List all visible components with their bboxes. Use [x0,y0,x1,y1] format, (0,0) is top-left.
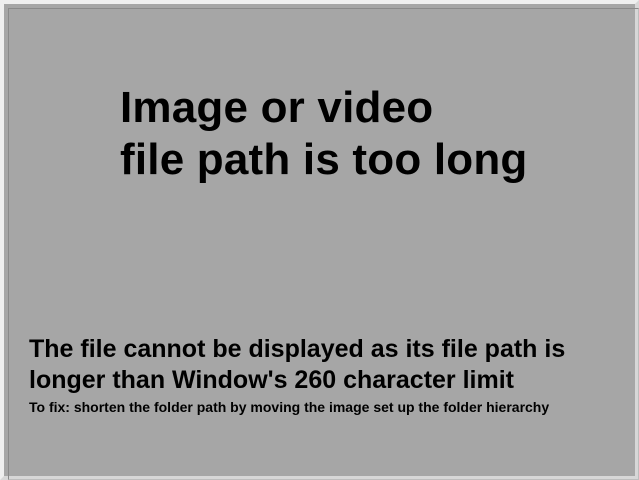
error-message: The file cannot be displayed as its file… [29,334,629,416]
error-title-line-1: Image or video [120,83,434,132]
error-message-line-1: The file cannot be displayed as its file… [29,335,566,363]
error-message-line-2: longer than Window's 260 character limit [29,366,514,394]
error-title: Image or video file path is too long [120,82,600,186]
fix-instructions: To fix: shorten the folder path by movin… [29,399,550,415]
error-title-line-2: file path is too long [120,135,528,184]
error-placeholder-panel: Image or video file path is too long The… [0,0,639,480]
